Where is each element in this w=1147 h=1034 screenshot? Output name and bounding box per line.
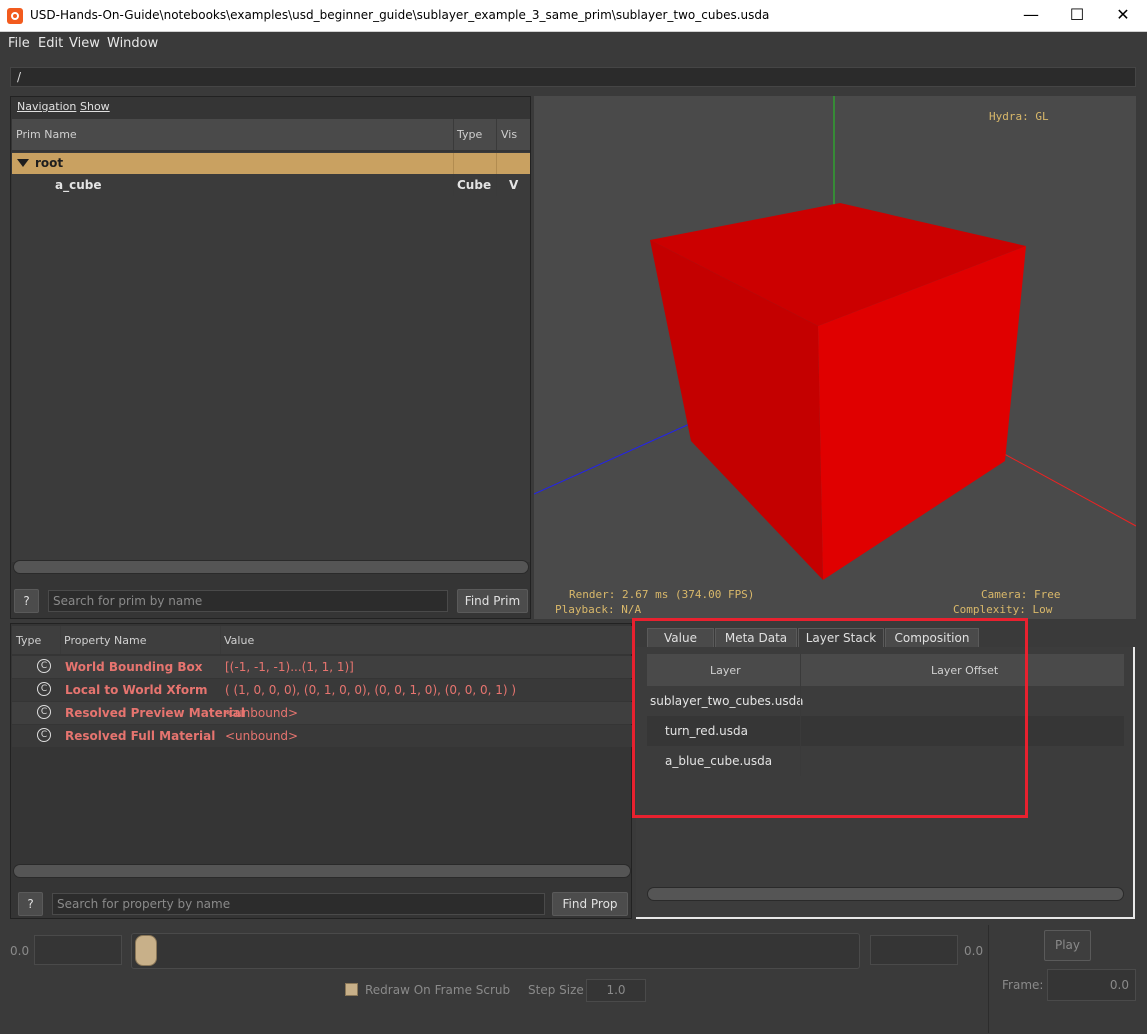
menu-file[interactable]: File bbox=[8, 36, 30, 51]
menu-view[interactable]: View bbox=[69, 36, 100, 51]
property-name: Resolved Full Material bbox=[65, 729, 216, 743]
step-size-field[interactable]: 1.0 bbox=[586, 979, 646, 1002]
prim-help-button[interactable]: ? bbox=[14, 589, 39, 613]
computed-property-icon: C bbox=[37, 682, 51, 696]
column-property-name[interactable]: Property Name bbox=[64, 634, 147, 647]
property-help-button[interactable]: ? bbox=[18, 892, 43, 916]
range-start-value: 0.0 bbox=[10, 944, 30, 958]
minimize-button[interactable]: — bbox=[1008, 0, 1054, 32]
menu-window[interactable]: Window bbox=[107, 36, 158, 51]
property-row[interactable]: C Resolved Full Material <unbound> bbox=[12, 725, 632, 747]
prim-row-a-cube[interactable]: a_cube Cube V bbox=[12, 175, 530, 196]
maximize-button[interactable]: ☐ bbox=[1054, 0, 1100, 32]
property-row[interactable]: C Local to World Xform ( (1, 0, 0, 0), (… bbox=[12, 679, 632, 701]
viewport-scene bbox=[534, 96, 1136, 580]
title-bar: USD-Hands-On-Guide\notebooks\examples\us… bbox=[0, 0, 1147, 32]
column-value[interactable]: Value bbox=[224, 634, 254, 647]
menu-bar: File Edit View Window bbox=[0, 32, 1147, 54]
playback-status: Playback: N/A bbox=[555, 603, 642, 616]
play-button[interactable]: Play bbox=[1044, 930, 1091, 961]
property-panel: Type Property Name Value C World Boundin… bbox=[10, 623, 632, 919]
annotation-highlight-box bbox=[632, 618, 1028, 818]
camera-status: Camera: Free bbox=[981, 588, 1061, 601]
frame-slider[interactable] bbox=[131, 933, 860, 969]
show-menu[interactable]: Show bbox=[80, 100, 110, 113]
range-end-field[interactable] bbox=[870, 935, 958, 965]
prim-name: a_cube bbox=[55, 178, 102, 192]
range-end-value: 0.0 bbox=[964, 944, 984, 958]
property-row[interactable]: C World Bounding Box [(-1, -1, -1)...(1,… bbox=[12, 656, 632, 678]
find-prim-button[interactable]: Find Prim bbox=[457, 589, 528, 613]
render-stats: Render: 2.67 ms (374.00 FPS) bbox=[569, 588, 755, 601]
window-title: USD-Hands-On-Guide\notebooks\examples\us… bbox=[30, 8, 770, 22]
find-prop-button[interactable]: Find Prop bbox=[552, 892, 628, 916]
timeline-divider bbox=[988, 925, 989, 1033]
app-logo-icon bbox=[7, 8, 23, 24]
property-name: Resolved Preview Material bbox=[65, 706, 245, 720]
property-row[interactable]: C Resolved Preview Material <unbound> bbox=[12, 702, 632, 724]
column-type[interactable]: Type bbox=[457, 128, 482, 141]
property-search-input[interactable]: Search for property by name bbox=[52, 893, 545, 915]
complexity-status: Complexity: Low bbox=[953, 603, 1053, 616]
property-horizontal-scrollbar[interactable] bbox=[13, 864, 631, 878]
computed-property-icon: C bbox=[37, 728, 51, 742]
prim-row-root[interactable]: root bbox=[12, 153, 530, 174]
computed-property-icon: C bbox=[37, 659, 51, 673]
prim-type: Cube bbox=[457, 178, 492, 192]
navigation-menu[interactable]: Navigation bbox=[17, 100, 76, 113]
frame-field[interactable]: 0.0 bbox=[1047, 969, 1136, 1001]
menu-edit[interactable]: Edit bbox=[38, 36, 63, 51]
prim-visibility[interactable]: V bbox=[509, 178, 518, 192]
computed-property-icon: C bbox=[37, 705, 51, 719]
frame-label: Frame: bbox=[1002, 978, 1044, 992]
prim-path-field[interactable]: / bbox=[10, 67, 1136, 87]
property-name: Local to World Xform bbox=[65, 683, 208, 697]
property-value: [(-1, -1, -1)...(1, 1, 1)] bbox=[225, 660, 354, 674]
prim-horizontal-scrollbar[interactable] bbox=[13, 560, 529, 574]
layer-horizontal-scrollbar[interactable] bbox=[647, 887, 1124, 901]
range-start-field[interactable] bbox=[34, 935, 122, 965]
renderer-label: Hydra: GL bbox=[989, 110, 1049, 123]
column-type[interactable]: Type bbox=[16, 634, 41, 647]
3d-viewport[interactable]: Hydra: GL Render: 2.67 ms (374.00 FPS) P… bbox=[534, 96, 1136, 619]
column-prim-name[interactable]: Prim Name bbox=[16, 128, 77, 141]
collapse-arrow-icon[interactable] bbox=[17, 159, 29, 168]
prim-browser-panel: Navigation Show Prim Name Type Vis root … bbox=[10, 96, 531, 619]
property-name: World Bounding Box bbox=[65, 660, 203, 674]
step-size-label: Step Size bbox=[528, 983, 584, 997]
close-button[interactable]: ✕ bbox=[1100, 0, 1146, 32]
column-vis[interactable]: Vis bbox=[501, 128, 517, 141]
prim-search-input[interactable]: Search for prim by name bbox=[48, 590, 448, 612]
redraw-label: Redraw On Frame Scrub bbox=[365, 983, 511, 997]
redraw-checkbox[interactable] bbox=[345, 983, 358, 996]
property-value: ( (1, 0, 0, 0), (0, 1, 0, 0), (0, 0, 1, … bbox=[225, 683, 517, 697]
prim-table-header: Prim Name Type Vis bbox=[12, 119, 530, 150]
property-value: <unbound> bbox=[225, 729, 299, 743]
frame-slider-handle[interactable] bbox=[135, 935, 157, 966]
property-value: <unbound> bbox=[225, 706, 299, 720]
prim-tree-area[interactable] bbox=[12, 152, 530, 562]
property-table-header: Type Property Name Value bbox=[12, 626, 632, 654]
prim-name: root bbox=[35, 156, 64, 170]
